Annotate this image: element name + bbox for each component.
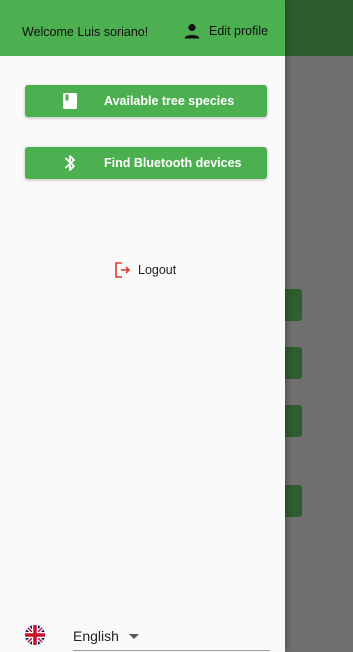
book-icon — [62, 93, 78, 109]
available-tree-species-button[interactable]: Available tree species — [25, 85, 267, 117]
find-bluetooth-devices-label: Find Bluetooth devices — [104, 156, 242, 170]
language-selector: English — [25, 622, 270, 651]
drawer-header: Welcome Luis soriano! Edit profile — [0, 0, 285, 56]
navigation-drawer: Welcome Luis soriano! Edit profile Avail… — [0, 0, 285, 652]
edit-profile-label: Edit profile — [209, 24, 269, 38]
logout-icon — [114, 261, 132, 279]
find-bluetooth-devices-button[interactable]: Find Bluetooth devices — [25, 147, 267, 179]
chevron-down-icon — [128, 633, 139, 639]
bluetooth-icon — [62, 155, 78, 171]
logout-button[interactable]: Logout — [114, 260, 176, 280]
uk-flag-icon — [25, 625, 45, 645]
person-icon — [183, 22, 201, 40]
language-dropdown[interactable]: English — [73, 622, 270, 651]
available-tree-species-label: Available tree species — [104, 94, 235, 108]
language-selected-value: English — [73, 628, 119, 644]
welcome-text: Welcome Luis soriano! — [22, 25, 149, 39]
logout-label: Logout — [138, 263, 177, 277]
edit-profile-button[interactable]: Edit profile — [183, 19, 268, 43]
